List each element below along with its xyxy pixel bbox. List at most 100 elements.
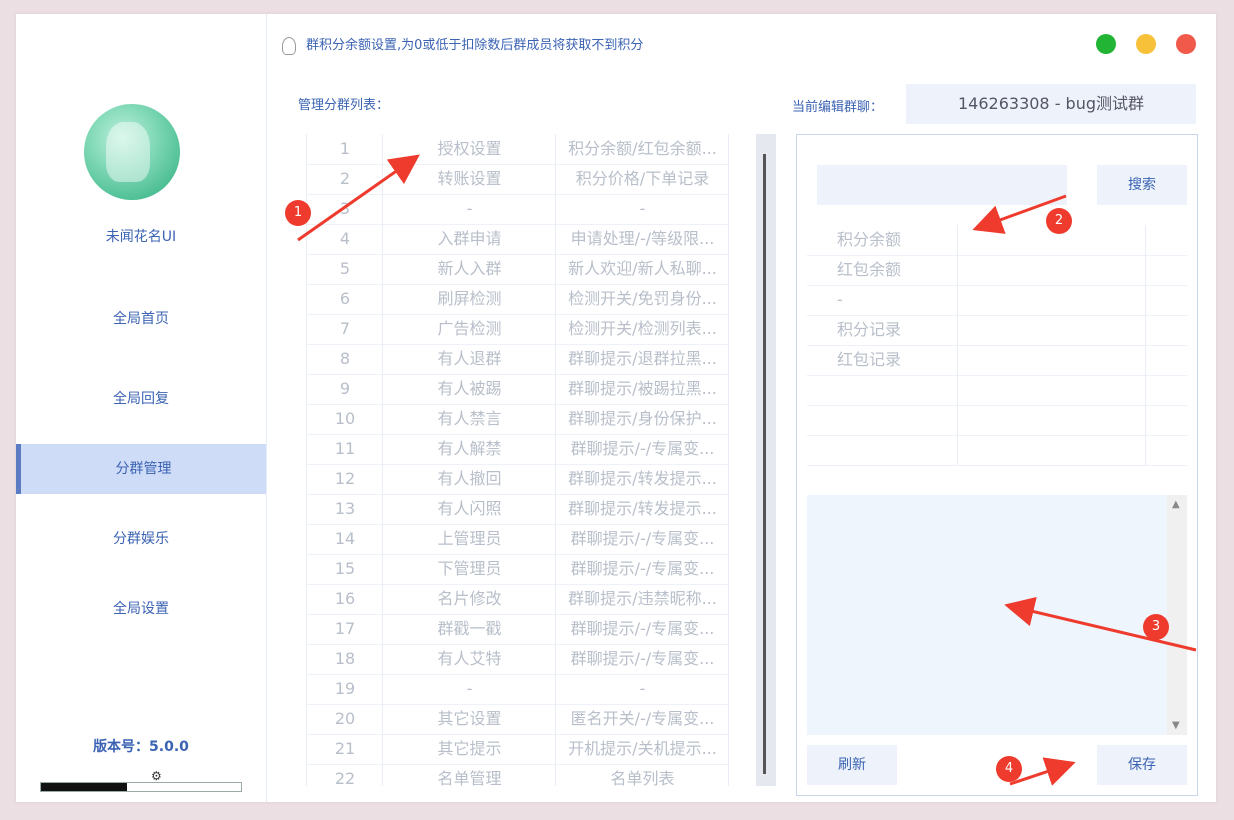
table-row[interactable]: 19- - [306,674,729,705]
editor-row[interactable]: 积分记录 [807,315,1187,346]
table-row[interactable]: 21 其它提示 开机提示/关机提示... [306,734,729,765]
row-name: 有人撤回 [382,464,556,494]
row-name: 上管理员 [382,524,556,554]
row-divider [728,344,730,374]
app-window: 未闻花名UI 全局首页 全局回复 分群管理 分群娱乐 全局设置 版本号：5.0.… [16,14,1216,802]
row-detail: 申请处理/-/等级限... [555,224,729,254]
row-divider [728,284,730,314]
sidebar-item-global-settings[interactable]: 全局设置 [16,584,266,634]
row-index: 11 [306,434,383,464]
textarea-scrollbar[interactable]: ▲ ▼ [1167,495,1187,735]
editor-row[interactable]: 积分余额 [807,225,1187,256]
table-row[interactable]: 15 下管理员 群聊提示/-/专属变... [306,554,730,585]
current-group-label: 当前编辑群聊： [792,100,884,115]
row-detail: 积分价格/下单记录 [555,164,729,194]
row-detail: 新人欢迎/新人私聊... [555,254,729,284]
editor-row-divider [957,285,958,315]
row-divider [728,254,730,284]
sidebar-item-global-reply[interactable]: 全局回复 [16,374,266,424]
row-index: 9 [306,374,383,404]
version-label: 版本号：5.0.0 [93,739,189,755]
row-index: 4 [306,224,383,254]
table-row[interactable]: 14 上管理员 群聊提示/-/专属变... [306,524,729,555]
row-detail: 群聊提示/-/专属变... [555,524,729,554]
row-index: 19 [306,674,383,704]
table-row[interactable]: 22 名单管理 名单列表 [306,764,729,786]
editor-row-divider [957,435,958,465]
table-row[interactable]: 10 有人禁言 群聊提示/身份保护... [306,404,729,435]
current-group-display: 146263308 - bug测试群 [906,84,1196,124]
group-list-scrollbar[interactable] [756,134,776,786]
table-row[interactable]: 16 名片修改 群聊提示/违禁昵称... [306,584,730,615]
table-row[interactable]: 1 授权设置 积分余额/红包余额... [306,134,729,165]
editor-textarea[interactable] [807,495,1167,735]
editor-row-divider [1145,285,1146,315]
table-row[interactable]: 5 新人入群 新人欢迎/新人私聊... [306,254,730,285]
editor-row-divider [1145,375,1146,405]
row-detail: 开机提示/关机提示... [555,734,729,764]
row-name: 授权设置 [382,134,556,164]
editor-row[interactable] [807,405,1187,436]
row-divider [728,554,730,584]
row-index: 3 [306,194,383,224]
editor-row-label: 积分记录 [837,320,902,339]
editor-row[interactable]: 红包记录 [807,345,1187,376]
close-button[interactable] [1176,34,1196,54]
table-row[interactable]: 11 有人解禁 群聊提示/-/专属变... [306,434,729,465]
sidebar-item-group-manage[interactable]: 分群管理 [16,444,266,494]
scroll-up-icon[interactable]: ▲ [1172,499,1180,510]
row-name: 转账设置 [382,164,556,194]
row-name: 名片修改 [382,584,556,614]
row-name: 新人入群 [382,254,556,284]
sidebar-item-global-home[interactable]: 全局首页 [16,294,266,344]
table-row[interactable]: 6 刷屏检测 检测开关/免罚身份... [306,284,730,315]
editor-row-label: - [837,290,843,309]
save-button[interactable]: 保存 [1097,745,1187,785]
sidebar-item-group-fun[interactable]: 分群娱乐 [16,514,266,564]
row-name: 有人解禁 [382,434,556,464]
editor-row-label [837,375,957,405]
editor-row[interactable] [807,375,1187,406]
row-name: 群戳一戳 [382,614,556,644]
row-detail: 群聊提示/-/专属变... [555,434,729,464]
table-row[interactable]: 8 有人退群 群聊提示/退群拉黑... [306,344,730,375]
table-row[interactable]: 18 有人艾特 群聊提示/-/专属变... [306,644,729,675]
row-detail: 检测开关/免罚身份... [555,284,729,314]
row-detail: 群聊提示/转发提示... [555,494,729,524]
table-row[interactable]: 9 有人被踢 群聊提示/被踢拉黑... [306,374,729,405]
minimize-button[interactable] [1136,34,1156,54]
row-name: 有人退群 [382,344,556,374]
table-row[interactable]: 2 转账设置 积分价格/下单记录 [306,164,729,195]
table-row[interactable]: 3-- [306,194,729,225]
scroll-thumb[interactable] [763,154,766,774]
row-detail: - [555,674,729,704]
editor-row-divider [957,405,958,435]
search-input[interactable] [817,165,1067,205]
car-icon: ⚙ [151,769,162,783]
row-index: 13 [306,494,383,524]
row-index: 21 [306,734,383,764]
avatar[interactable] [84,104,180,200]
editor-row-divider [957,345,958,375]
editor-row-label [837,435,957,465]
row-divider [728,584,730,614]
editor-row[interactable]: - [807,285,1187,316]
editor-row[interactable]: 红包余额 [807,255,1187,286]
row-index: 7 [306,314,383,344]
editor-panel: 搜索 积分余额 红包余额 - 积分记录红包记录 ▲ ▼ 刷新 保存 [796,134,1198,796]
table-row[interactable]: 20 其它设置 匿名开关/-/专属变... [306,704,729,735]
scroll-down-icon[interactable]: ▼ [1172,720,1180,731]
refresh-button[interactable]: 刷新 [807,745,897,785]
green-dot-button[interactable] [1096,34,1116,54]
table-row[interactable]: 4 入群申请 申请处理/-/等级限... [306,224,729,255]
annotation-badge: 2 [1046,208,1072,234]
table-row[interactable]: 13 有人闪照 群聊提示/转发提示... [306,494,729,525]
row-index: 15 [306,554,383,584]
table-row[interactable]: 12 有人撤回 群聊提示/转发提示... [306,464,729,495]
table-row[interactable]: 7 广告检测 检测开关/检测列表... [306,314,729,345]
row-name: 广告检测 [382,314,556,344]
table-row[interactable]: 17 群戳一戳 群聊提示/-/专属变... [306,614,729,645]
sidebar: 未闻花名UI 全局首页 全局回复 分群管理 分群娱乐 全局设置 版本号：5.0.… [16,14,267,802]
search-button[interactable]: 搜索 [1097,165,1187,205]
editor-row[interactable] [807,435,1187,466]
